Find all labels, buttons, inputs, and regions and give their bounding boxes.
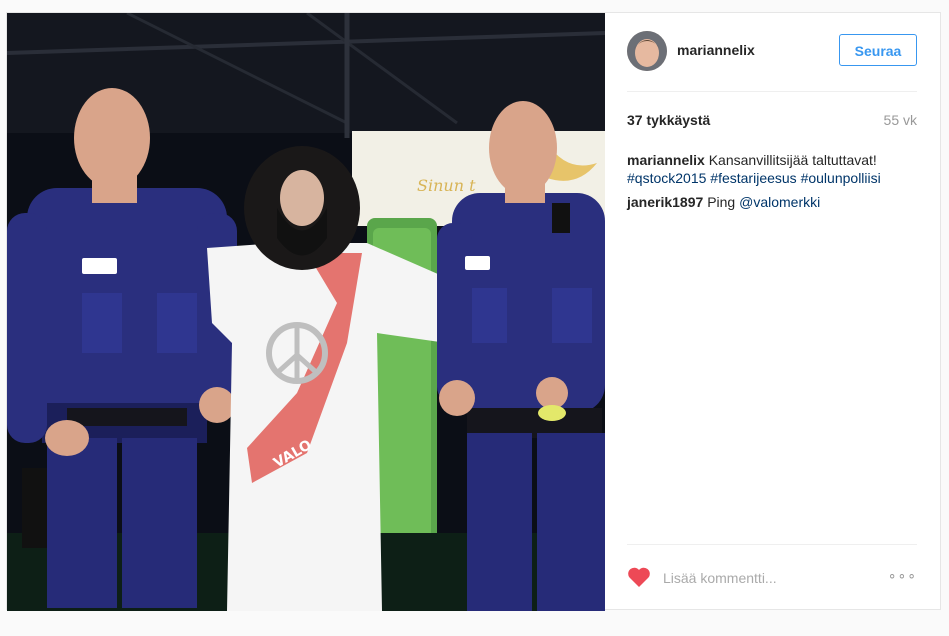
likes-count[interactable]: 37 tykkäystä — [627, 112, 710, 128]
comment-text: Ping — [707, 194, 736, 210]
post-stats: 37 tykkäystä 55 vk — [627, 112, 917, 128]
follow-button[interactable]: Seuraa — [839, 34, 917, 66]
post-card: Sinun t VALO mariannelix Seuraa 37 tykkä… — [6, 12, 941, 611]
comment-input[interactable] — [661, 565, 885, 591]
comments-list: mariannelix Kansanvillitsijää taltuttava… — [627, 151, 917, 217]
post-photo[interactable]: Sinun t VALO — [7, 13, 605, 611]
comment-user[interactable]: janerik1897 — [627, 194, 703, 210]
post-header: mariannelix Seuraa — [627, 31, 917, 92]
comment-item: mariannelix Kansanvillitsijää taltuttava… — [627, 151, 917, 187]
mention-link[interactable]: @valomerkki — [739, 194, 820, 210]
avatar[interactable] — [627, 31, 667, 71]
hashtag-link[interactable]: #oulunpolliisi — [801, 170, 881, 186]
post-sidebar: mariannelix Seuraa 37 tykkäystä 55 vk ma… — [605, 13, 940, 609]
more-options-icon[interactable]: ∘∘∘ — [888, 567, 917, 584]
photo-scene: Sinun t VALO — [7, 13, 605, 611]
post-time[interactable]: 55 vk — [884, 112, 917, 128]
avatar-image — [627, 31, 667, 71]
hashtag-link[interactable]: #festarijeesus — [710, 170, 796, 186]
comment-user[interactable]: mariannelix — [627, 152, 705, 168]
post-footer: ∘∘∘ — [627, 544, 917, 610]
comment-text: Kansanvillitsijää taltuttavat! — [708, 152, 877, 168]
comment-item: janerik1897 Ping @valomerkki — [627, 193, 917, 211]
hashtag-link[interactable]: #qstock2015 — [627, 170, 706, 186]
heart-icon[interactable] — [627, 566, 651, 588]
username-link[interactable]: mariannelix — [677, 42, 755, 58]
banner-text: Sinun t — [417, 176, 476, 195]
